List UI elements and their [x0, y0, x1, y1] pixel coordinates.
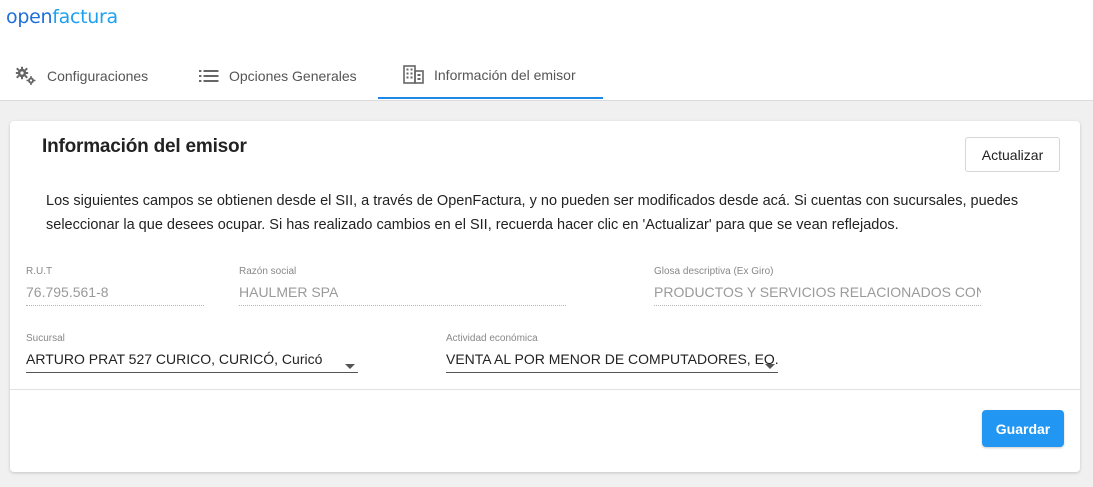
chevron-down-icon[interactable] — [344, 357, 356, 372]
razon-social-value: HAULMER SPA — [239, 284, 566, 306]
rut-field: R.U.T 76.795.561-8 — [26, 266, 204, 306]
tab-opciones-generales-label: Opciones Generales — [229, 68, 357, 84]
glosa-descriptiva-label: Glosa descriptiva (Ex Giro) — [654, 266, 774, 277]
sucursal-select[interactable]: Sucursal ARTURO PRAT 527 CURICO, CURICÓ,… — [26, 333, 358, 373]
tab-configuraciones[interactable]: Configuraciones — [15, 52, 148, 100]
gears-icon — [15, 66, 37, 86]
glosa-descriptiva-field: Glosa descriptiva (Ex Giro) PRODUCTOS Y … — [654, 266, 981, 306]
actividad-economica-value: VENTA AL POR MENOR DE COMPUTADORES, EQ..… — [446, 351, 778, 367]
card-title: Información del emisor — [42, 136, 247, 157]
glosa-descriptiva-value: PRODUCTOS Y SERVICIOS RELACIONADOS CON I… — [654, 284, 981, 306]
top-bar: openfactura Configuraciones Opciones Gen… — [0, 0, 1093, 101]
rut-label: R.U.T — [26, 266, 53, 277]
chevron-down-icon[interactable] — [764, 357, 776, 372]
razon-social-label: Razón social — [239, 266, 297, 277]
list-icon — [199, 69, 219, 83]
sucursal-value: ARTURO PRAT 527 CURICO, CURICÓ, Curicó — [26, 351, 323, 367]
actualizar-button[interactable]: Actualizar — [965, 137, 1060, 172]
actividad-economica-label: Actividad económica — [446, 333, 538, 344]
actividad-economica-value-wrapper[interactable]: VENTA AL POR MENOR DE COMPUTADORES, EQ..… — [446, 351, 778, 373]
logo-text-factura: factura — [52, 6, 118, 28]
card-divider — [10, 389, 1080, 390]
emisor-info-card: Información del emisor Actualizar Los si… — [10, 121, 1080, 472]
actividad-economica-select[interactable]: Actividad económica VENTA AL POR MENOR D… — [446, 333, 778, 373]
sucursal-label: Sucursal — [26, 333, 65, 344]
guardar-button[interactable]: Guardar — [982, 410, 1064, 447]
tab-informacion-emisor[interactable]: Información del emisor — [378, 52, 603, 99]
logo-text-open: open — [6, 6, 53, 28]
tab-configuraciones-label: Configuraciones — [47, 68, 149, 84]
card-description: Los siguientes campos se obtienen desde … — [46, 193, 1019, 233]
tab-opciones-generales[interactable]: Opciones Generales — [199, 52, 357, 100]
sucursal-value-wrapper[interactable]: ARTURO PRAT 527 CURICO, CURICÓ, Curicó — [26, 351, 358, 373]
tab-informacion-emisor-label: Información del emisor — [434, 66, 576, 83]
openfactura-logo[interactable]: openfactura — [6, 6, 118, 28]
building-icon — [403, 65, 424, 84]
razon-social-field: Razón social HAULMER SPA — [239, 266, 566, 306]
rut-value: 76.795.561-8 — [26, 284, 204, 306]
